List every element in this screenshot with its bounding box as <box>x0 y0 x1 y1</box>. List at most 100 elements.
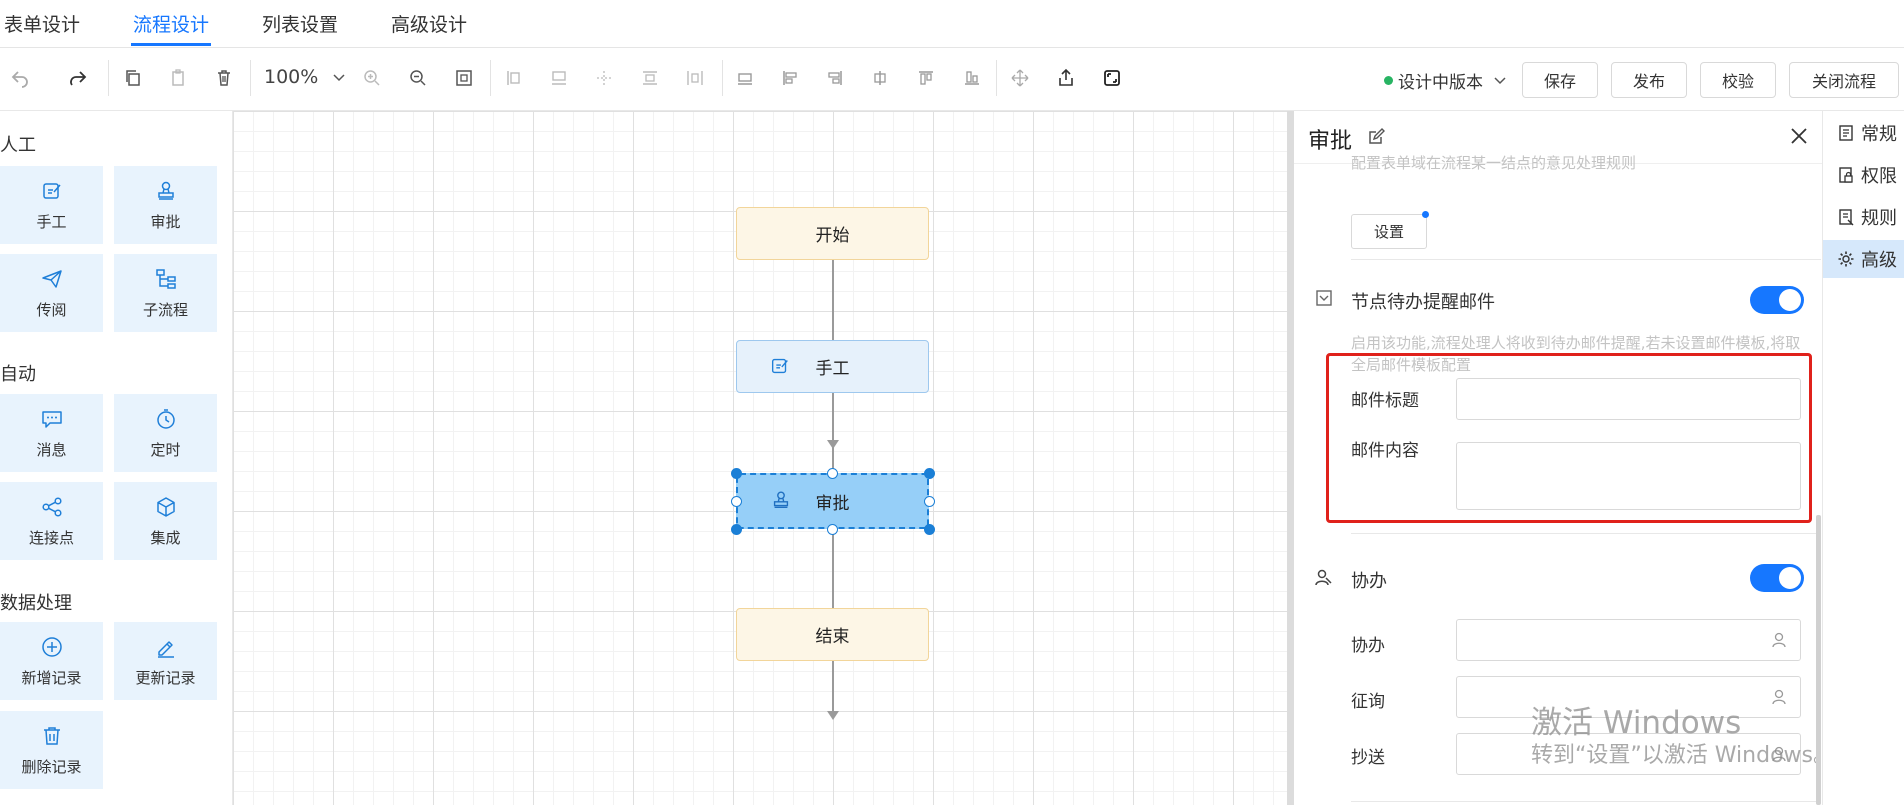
toolbar-separator <box>250 60 251 96</box>
assist-user-picker[interactable] <box>1456 619 1801 661</box>
panel-splitter[interactable] <box>1287 111 1294 805</box>
palette-label: 子流程 <box>142 300 188 319</box>
highlight-box <box>1326 353 1812 523</box>
node-start[interactable]: 开始 <box>736 207 929 260</box>
connect-handle[interactable] <box>827 468 838 479</box>
panel-title: 审批 <box>1308 129 1353 154</box>
stamp-icon <box>157 181 174 200</box>
palette-label: 更新记录 <box>135 668 196 687</box>
palette-item-integration[interactable]: 集成 <box>114 482 217 560</box>
palette-label: 审批 <box>150 212 181 231</box>
palette-item-timer[interactable]: 定时 <box>114 394 217 472</box>
node-approve-selected[interactable]: 审批 <box>736 473 929 529</box>
palette-label: 传阅 <box>36 300 67 319</box>
chevron-down-icon <box>332 66 346 88</box>
align-left-edge-icon[interactable] <box>776 64 804 92</box>
export-icon[interactable] <box>1052 64 1080 92</box>
connect-handle[interactable] <box>924 496 935 507</box>
rules-document-icon <box>1839 209 1854 226</box>
properties-panel: 审批 配置表单域在流程某一结点的意见处理规则 设置 节点待办提醒邮件 启用该功能… <box>1294 111 1822 805</box>
side-tab-label: 常规 <box>1861 124 1897 145</box>
align-top-icon[interactable] <box>731 64 759 92</box>
palette-item-connector[interactable]: 连接点 <box>0 482 103 560</box>
edit-icon[interactable] <box>1366 127 1386 147</box>
palette-item-message[interactable]: 消息 <box>0 394 103 472</box>
section-divider <box>1351 259 1821 260</box>
move-icon[interactable] <box>1006 64 1034 92</box>
redo-icon[interactable] <box>64 64 92 92</box>
resize-handle[interactable] <box>924 468 935 479</box>
reminder-mail-title: 节点待办提醒邮件 <box>1351 292 1495 313</box>
section-divider <box>1351 533 1821 534</box>
paste-icon[interactable] <box>164 64 192 92</box>
active-tab-underline <box>131 43 211 46</box>
tab-advanced-design[interactable]: 高级设计 <box>391 10 467 37</box>
tab-form-design[interactable]: 表单设计 <box>4 10 80 37</box>
palette-item-subprocess[interactable]: 子流程 <box>114 254 217 332</box>
align-top-edge-icon[interactable] <box>912 64 940 92</box>
align-bottom-icon[interactable] <box>545 64 573 92</box>
user-icon[interactable] <box>1770 688 1788 706</box>
resize-handle[interactable] <box>924 524 935 535</box>
zoom-select[interactable]: 100% <box>264 66 346 88</box>
flow-canvas[interactable]: 开始 手工 审批 结束 <box>233 111 1287 805</box>
node-palette: 人工 手工 审批 传阅 子流程 自动 消息 定时 连接点 集成 数据处理 新增记… <box>0 111 233 805</box>
fit-view-icon[interactable] <box>450 64 478 92</box>
palette-item-delete-record[interactable]: 删除记录 <box>0 711 103 789</box>
align-center-icon[interactable] <box>590 64 618 92</box>
toolbar-separator <box>996 60 997 96</box>
document-icon <box>1839 125 1853 141</box>
distribute-icon[interactable] <box>681 64 709 92</box>
group-title-manual: 人工 <box>0 135 36 156</box>
assist-toggle[interactable] <box>1750 564 1804 592</box>
delete-icon[interactable] <box>210 64 238 92</box>
side-tab-advanced[interactable]: 高级 <box>1823 240 1904 278</box>
align-hcenter-icon[interactable] <box>866 64 894 92</box>
side-tab-label: 规则 <box>1861 208 1897 229</box>
resize-handle[interactable] <box>731 524 742 535</box>
palette-item-add-record[interactable]: 新增记录 <box>0 622 103 700</box>
tab-list-settings[interactable]: 列表设置 <box>262 10 338 37</box>
resize-handle[interactable] <box>731 468 742 479</box>
side-tab-permission[interactable]: 权限 <box>1823 156 1904 194</box>
toolbar-separator <box>490 60 491 96</box>
side-tab-rules[interactable]: 规则 <box>1823 198 1904 236</box>
palette-item-manual[interactable]: 手工 <box>0 166 103 244</box>
close-icon[interactable] <box>1788 125 1810 147</box>
node-manual[interactable]: 手工 <box>736 340 929 393</box>
toolbar: 100% 设计中版本 保存 发布 校验 关闭流程 <box>0 48 1904 111</box>
node-label: 手工 <box>815 359 850 379</box>
fullscreen-icon[interactable] <box>1098 64 1126 92</box>
publish-button[interactable]: 发布 <box>1611 62 1687 98</box>
mail-check-icon <box>1316 290 1332 306</box>
node-end[interactable]: 结束 <box>736 608 929 661</box>
validate-button[interactable]: 校验 <box>1700 62 1776 98</box>
side-tab-label: 权限 <box>1861 166 1897 187</box>
palette-item-approve[interactable]: 审批 <box>114 166 217 244</box>
zoom-in-icon[interactable] <box>358 64 386 92</box>
align-middle-icon[interactable] <box>636 64 664 92</box>
align-bottom-edge-icon[interactable] <box>958 64 986 92</box>
save-button[interactable]: 保存 <box>1522 62 1598 98</box>
version-select[interactable]: 设计中版本 <box>1384 68 1507 93</box>
windows-activation-watermark: 激活 Windows <box>1531 705 1742 741</box>
copy-icon[interactable] <box>119 64 147 92</box>
connect-handle[interactable] <box>827 524 838 535</box>
cube-icon <box>156 496 175 517</box>
palette-item-update-record[interactable]: 更新记录 <box>114 622 217 700</box>
connect-handle[interactable] <box>731 496 742 507</box>
group-title-data: 数据处理 <box>0 593 72 614</box>
align-right-edge-icon[interactable] <box>821 64 849 92</box>
undo-icon[interactable] <box>6 64 34 92</box>
palette-item-circulate[interactable]: 传阅 <box>0 254 103 332</box>
reminder-mail-toggle[interactable] <box>1750 286 1804 314</box>
close-process-button[interactable]: 关闭流程 <box>1789 62 1899 98</box>
section-divider <box>1351 801 1821 802</box>
opinion-set-button[interactable]: 设置 <box>1351 214 1427 249</box>
panel-scrollbar[interactable] <box>1816 515 1821 805</box>
zoom-out-icon[interactable] <box>404 64 432 92</box>
tab-process-design[interactable]: 流程设计 <box>133 10 209 37</box>
side-tab-general[interactable]: 常规 <box>1823 114 1904 152</box>
user-icon[interactable] <box>1770 631 1788 649</box>
align-left-icon[interactable] <box>500 64 528 92</box>
